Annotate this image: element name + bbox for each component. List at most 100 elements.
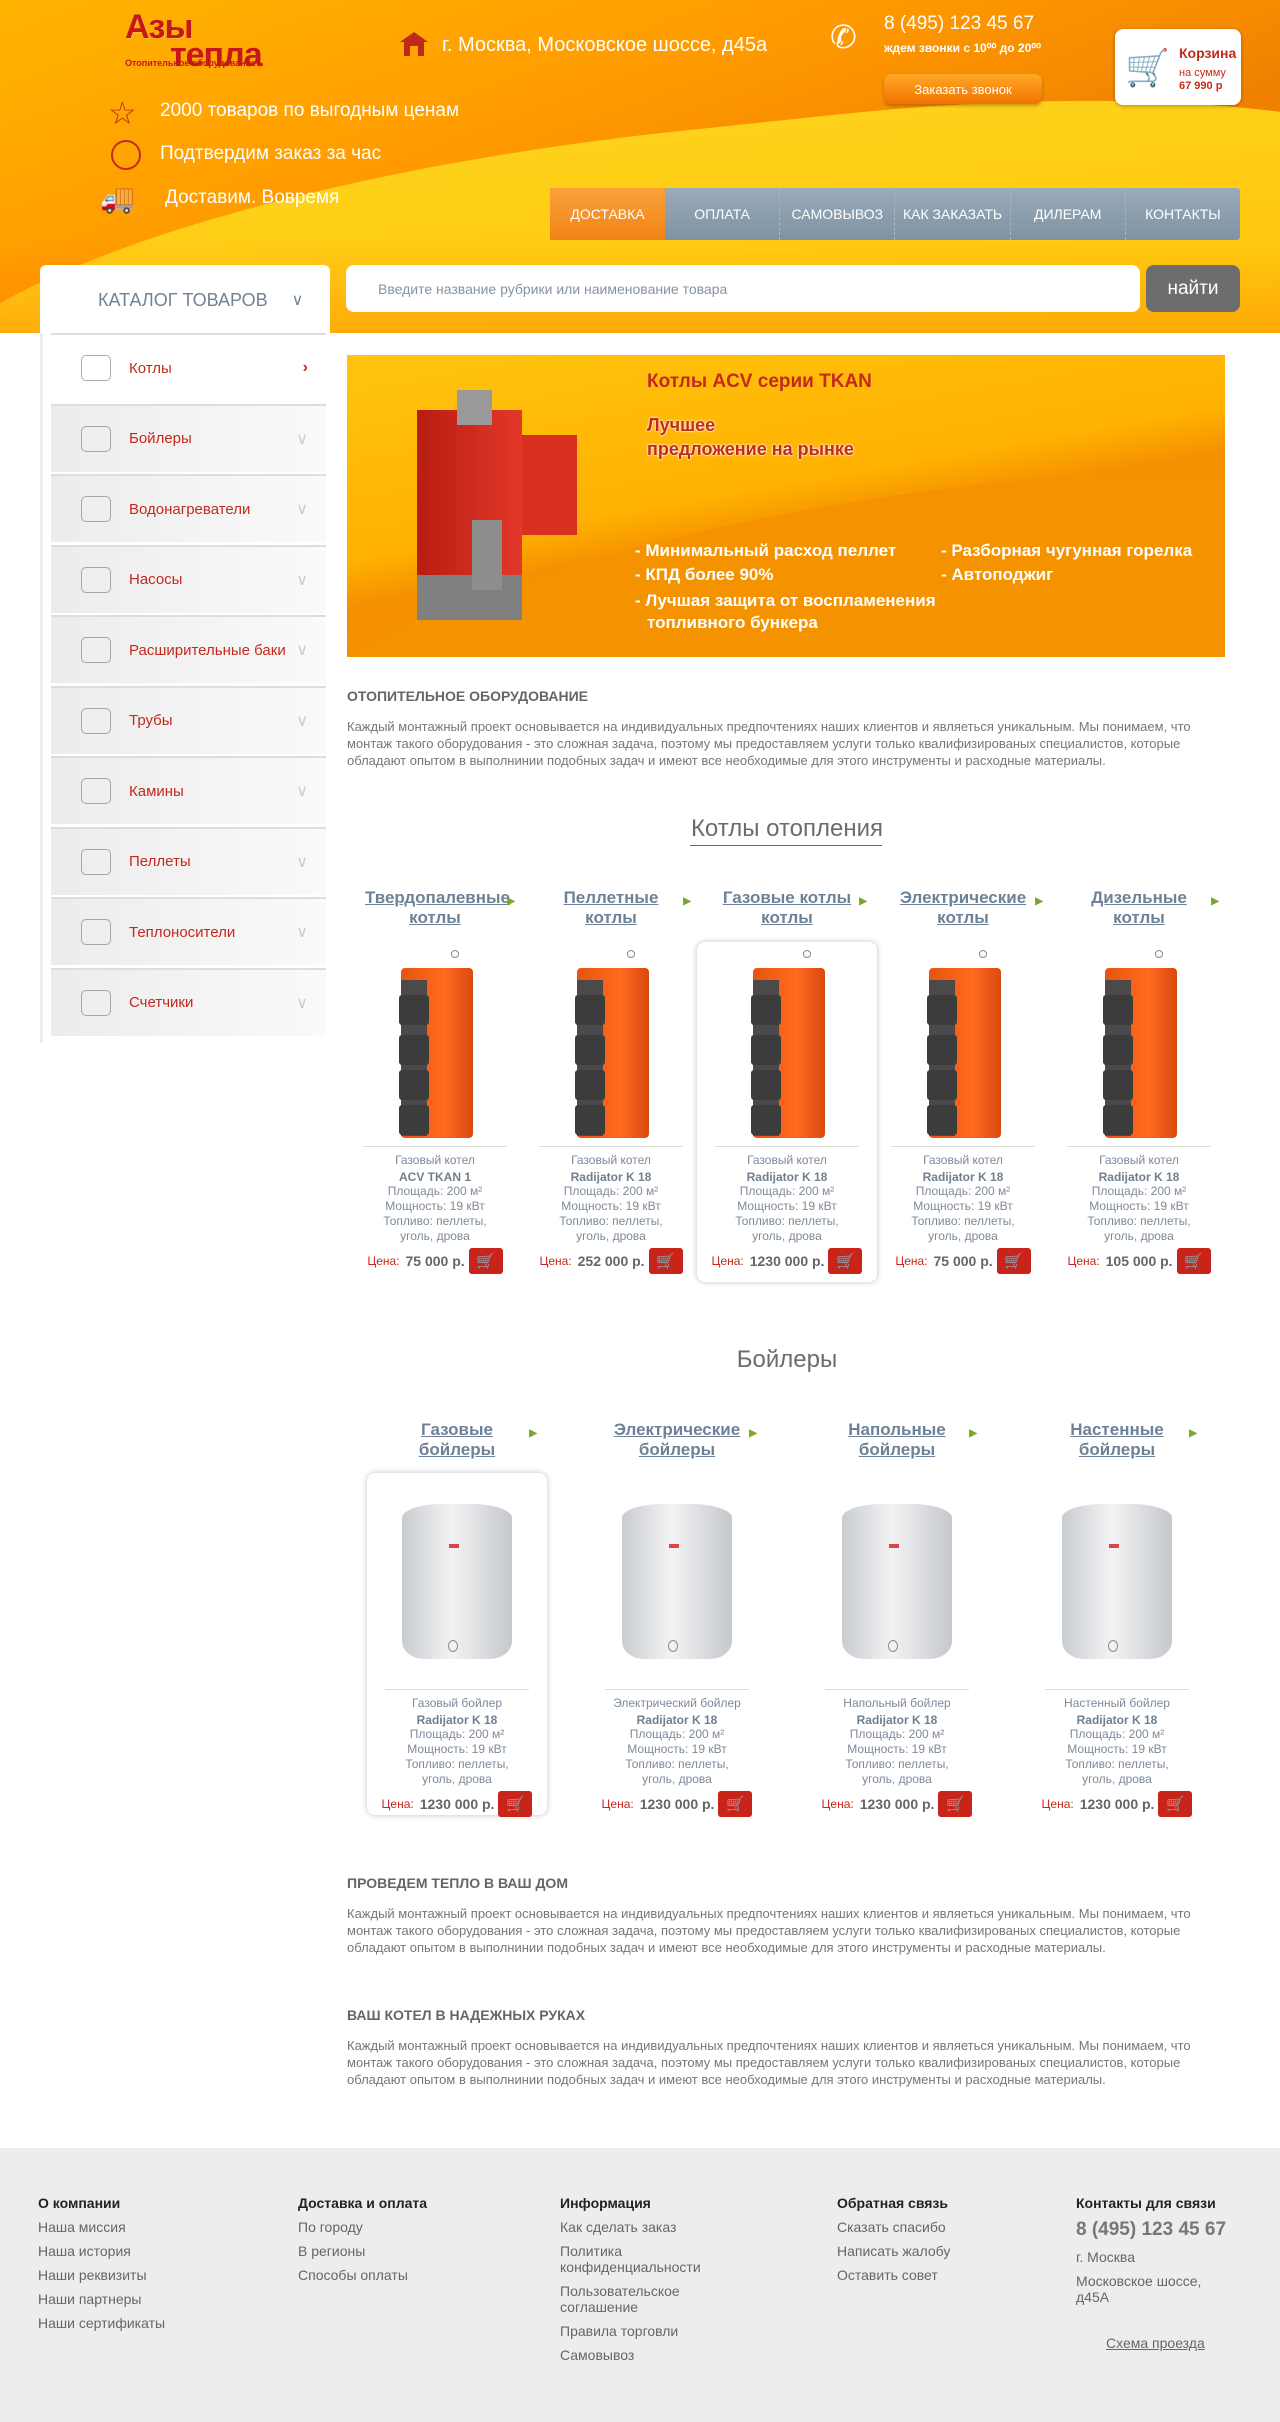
sidebar-item[interactable]: Водонагреватели ∨ (51, 474, 326, 542)
footer-link[interactable]: Наши партнеры (38, 2291, 188, 2307)
add-to-cart-button[interactable]: 🛒 (938, 1791, 973, 1817)
sidebar-item[interactable]: Котлы › (51, 333, 326, 401)
callback-button[interactable]: Заказать звонок (884, 74, 1042, 104)
add-to-cart-button[interactable]: 🛒 (648, 1248, 683, 1274)
product-name[interactable]: Radijator K 18 (873, 1170, 1053, 1184)
add-to-cart-button[interactable]: 🛒 (468, 1248, 503, 1274)
nav-pickup[interactable]: САМОВЫВОЗ (779, 188, 894, 240)
product-power: Мощность: 19 кВт (847, 1742, 947, 1756)
footer-link[interactable]: Наши реквизиты (38, 2267, 188, 2283)
boilers-section-title[interactable]: Котлы отопления (347, 815, 1227, 843)
info1-text: Каждый монтажный проект основывается на … (347, 1906, 1191, 1955)
heaters-section-title: Бойлеры (736, 1346, 838, 1373)
product-card[interactable]: Газовый котел Radijator K 18 Площадь: 200 … (697, 942, 877, 1282)
product-fuel: Топливо: пеллеты, уголь, дрова (559, 1214, 663, 1243)
cart-icon: 🛒 (726, 1796, 745, 1813)
price-label: Цена: (711, 1254, 744, 1268)
product-name[interactable]: Radijator K 18 (587, 1713, 767, 1727)
chevron-down-icon: ∨ (296, 501, 308, 518)
search-button[interactable]: найти (1146, 265, 1240, 312)
category-link[interactable]: Настенные бойлеры ▶ (1047, 1420, 1197, 1460)
footer-link[interactable]: Как сделать заказ (560, 2219, 700, 2235)
catalog-toggle[interactable]: КАТАЛОГ ТОВАРОВ ∨ (40, 265, 330, 335)
product-name[interactable]: Radijator K 18 (521, 1170, 701, 1184)
map-link[interactable]: Схема проезда (1106, 2335, 1226, 2351)
product-card[interactable]: Газовый котел ACV TKAN 1 Площадь: 200 м² Мо… (345, 942, 525, 1282)
product-name[interactable]: Radijator K 18 (367, 1713, 547, 1727)
add-to-cart-button[interactable]: 🛒 (718, 1791, 753, 1817)
divider (363, 1146, 507, 1147)
category-link-label: Электрические бойлеры (613, 1420, 741, 1459)
footer-link[interactable]: В регионы (298, 2243, 448, 2259)
category-link[interactable]: Электрические бойлеры ▶ (607, 1420, 757, 1460)
product-card[interactable]: Электрический бойлер Radijator K 18 Площад… (587, 1473, 767, 1817)
footer-phone[interactable]: 8 (495) 123 45 67 (1076, 2219, 1226, 2241)
sidebar-item[interactable]: Счетчики ∨ (51, 967, 326, 1036)
product-fuel: Топливо: пеллеты, уголь, дрова (383, 1214, 487, 1243)
sidebar-item[interactable]: Пеллеты ∨ (51, 826, 326, 895)
category-link[interactable]: Газовые бойлеры ▶ (387, 1420, 537, 1460)
footer-link[interactable]: Наши сертификаты (38, 2315, 188, 2331)
product-name[interactable]: Radijator K 18 (807, 1713, 987, 1727)
product-area: Площадь: 200 м² (629, 1727, 725, 1741)
promo-banner[interactable]: Котлы ACV серии TKAN Лучшее предложение … (347, 355, 1225, 657)
footer-link[interactable]: Самовывоз (560, 2347, 700, 2363)
nav-dealers[interactable]: ДИЛЕРАМ (1009, 188, 1125, 240)
category-link[interactable]: Дизельные котлы ▶ (1069, 888, 1219, 928)
product-card[interactable]: Газовый бойлер Radijator K 18 Площадь: 200… (367, 1473, 547, 1817)
category-link[interactable]: Напольные бойлеры ▶ (827, 1420, 977, 1460)
divider (539, 1146, 683, 1147)
product-type: Газовый котел (395, 1153, 475, 1167)
nav-contacts[interactable]: КОНТАКТЫ (1124, 188, 1240, 240)
nav-delivery[interactable]: ДОСТАВКА (550, 188, 665, 240)
price-row: Цена: 1230 000 р. 🛒 (1027, 1791, 1207, 1817)
boiler-door (1103, 995, 1133, 1025)
price-value: 75 000 р. (405, 1253, 465, 1269)
header-phone[interactable]: 8 (495) 123 45 67 (884, 13, 1034, 35)
category-link[interactable]: Газовые котлы котлы ▶ (717, 888, 867, 928)
sidebar-item[interactable]: Расширительные баки ∨ (51, 615, 326, 683)
footer-link[interactable]: Оставить совет (837, 2267, 987, 2283)
add-to-cart-button[interactable]: 🛒 (1176, 1248, 1211, 1274)
product-card[interactable]: Газовый котел Radijator K 18 Площадь: 200 … (1049, 942, 1229, 1282)
footer-link[interactable]: По городу (298, 2219, 448, 2235)
cart-box[interactable]: 🛒 Корзина на сумму 67 990 р (1115, 29, 1241, 105)
product-card[interactable]: Настенный бойлер Radijator K 18 Площадь: 2… (1027, 1473, 1207, 1817)
product-card[interactable]: Газовый котел Radijator K 18 Площадь: 200 … (873, 942, 1053, 1282)
product-name[interactable]: ACV TKAN 1 (345, 1170, 525, 1184)
product-name[interactable]: Radijator K 18 (1049, 1170, 1229, 1184)
footer-link[interactable]: Сказать спасибо (837, 2219, 987, 2235)
boiler-door (751, 1035, 781, 1065)
footer-link[interactable]: Политика конфиденциальности (560, 2243, 701, 2275)
add-to-cart-button[interactable]: 🛒 (996, 1248, 1031, 1274)
footer-link[interactable]: Написать жалобу (837, 2243, 987, 2259)
sidebar-item[interactable]: Насосы ∨ (51, 544, 326, 613)
category-link[interactable]: Твердопалевные котлы ▶ (365, 888, 515, 928)
sidebar-item[interactable]: Теплоносители ∨ (51, 897, 326, 965)
footer-link[interactable]: Пользовательское соглашение (560, 2283, 700, 2315)
product-power: Мощность: 19 кВт (737, 1199, 837, 1213)
product-name[interactable]: Radijator K 18 (697, 1170, 877, 1184)
add-to-cart-button[interactable]: 🛒 (1158, 1791, 1193, 1817)
logo-tagline: Отопительное оборудование (125, 58, 257, 68)
search-input[interactable]: Введите название рубрики или наименовани… (346, 265, 1140, 312)
product-card[interactable]: Напольный бойлер Radijator K 18 Площадь: 2… (807, 1473, 987, 1817)
product-card[interactable]: Газовый котел Radijator K 18 Площадь: 200 … (521, 942, 701, 1282)
price-label: Цена: (601, 1797, 634, 1811)
add-to-cart-button[interactable]: 🛒 (498, 1791, 533, 1817)
footer-link[interactable]: Наша история (38, 2243, 188, 2259)
category-link[interactable]: Пеллетные котлы ▶ (541, 888, 691, 928)
nav-payment[interactable]: ОПЛАТА (665, 188, 779, 240)
footer-link[interactable]: Правила торговли (560, 2323, 700, 2339)
footer-link[interactable]: Способы оплаты (298, 2267, 448, 2283)
footer-link[interactable]: Наша миссия (38, 2219, 188, 2235)
sidebar-item[interactable]: Трубы ∨ (51, 685, 326, 754)
sidebar-item[interactable]: Камины ∨ (51, 756, 326, 824)
add-to-cart-button[interactable]: 🛒 (828, 1248, 863, 1274)
nav-how-to-order[interactable]: КАК ЗАКАЗАТЬ (894, 188, 1009, 240)
category-link[interactable]: Электрические котлы ▶ (893, 888, 1043, 928)
sidebar-item[interactable]: Бойлеры ∨ (51, 403, 326, 472)
product-name[interactable]: Radijator K 18 (1027, 1713, 1207, 1727)
logo[interactable]: Азы тепла Отопительное оборудование (0, 0, 280, 80)
banner-bullet: - КПД более 90% (635, 565, 774, 584)
